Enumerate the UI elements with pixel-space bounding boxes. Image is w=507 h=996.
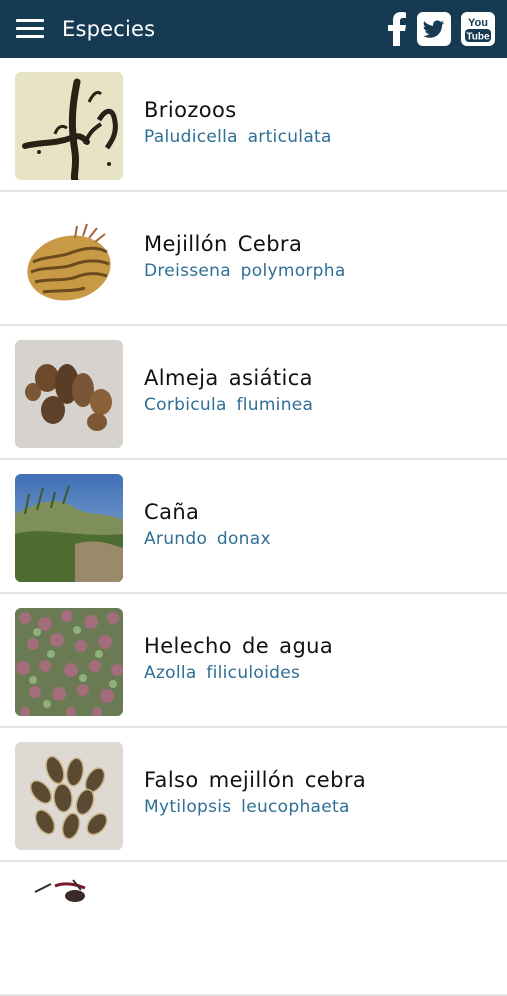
species-thumbnail	[15, 72, 123, 180]
svg-text:You: You	[468, 17, 488, 29]
facebook-button[interactable]	[387, 12, 407, 46]
species-scientific-name: Paludicella articulata	[144, 127, 332, 147]
species-thumbnail	[15, 876, 123, 984]
twitter-icon	[417, 12, 451, 46]
species-common-name: Helecho de agua	[144, 634, 334, 658]
list-item[interactable]: Almeja asiática Corbicula fluminea	[0, 326, 507, 460]
species-thumbnail	[15, 340, 123, 448]
page-title: Especies	[62, 17, 156, 41]
species-thumbnail	[15, 206, 123, 314]
social-links: You Tube	[387, 12, 495, 46]
list-item[interactable]: Helecho de agua Azolla filiculoides	[0, 594, 507, 728]
menu-button[interactable]	[0, 0, 60, 58]
species-scientific-name: Mytilopsis leucophaeta	[144, 797, 350, 817]
app-bar: Especies You Tube	[0, 0, 507, 58]
twitter-button[interactable]	[417, 12, 451, 46]
species-thumbnail	[15, 474, 123, 582]
list-item[interactable]: Briozoos Paludicella articulata	[0, 58, 507, 192]
species-scientific-name: Dreissena polymorpha	[144, 261, 346, 281]
species-thumbnail	[15, 608, 123, 716]
species-common-name: Almeja asiática	[144, 366, 313, 390]
species-common-name: Briozoos	[144, 98, 237, 122]
list-item[interactable]: Caña Arundo donax	[0, 460, 507, 594]
species-scientific-name: Corbicula fluminea	[144, 395, 314, 415]
species-list: Briozoos Paludicella articulata Mejillón…	[0, 58, 507, 996]
list-item[interactable]: Mejillón Cebra Dreissena polymorpha	[0, 192, 507, 326]
svg-text:Tube: Tube	[466, 32, 490, 43]
species-common-name: Caña	[144, 500, 200, 524]
menu-icon	[16, 19, 44, 39]
youtube-icon: You Tube	[461, 12, 495, 46]
species-common-name: Falso mejillón cebra	[144, 768, 367, 792]
species-scientific-name: Azolla filiculoides	[144, 663, 301, 683]
species-scientific-name: Arundo donax	[144, 529, 271, 549]
list-item[interactable]	[0, 862, 507, 996]
species-thumbnail	[15, 742, 123, 850]
species-common-name: Mejillón Cebra	[144, 232, 303, 256]
youtube-button[interactable]: You Tube	[461, 12, 495, 46]
list-item[interactable]: Falso mejillón cebra Mytilopsis leucopha…	[0, 728, 507, 862]
facebook-icon	[388, 12, 406, 46]
